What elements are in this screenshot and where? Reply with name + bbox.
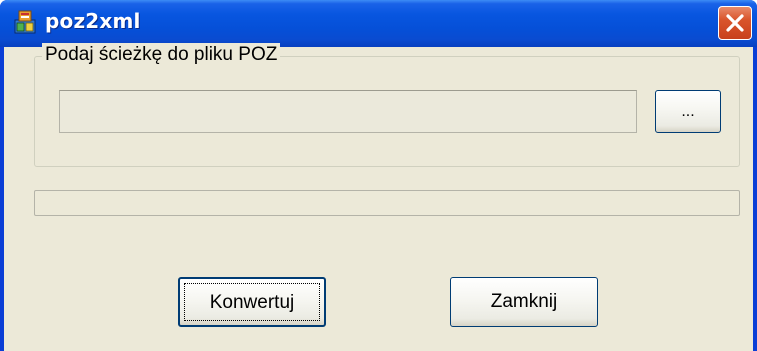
file-path-input[interactable]	[59, 90, 637, 133]
app-window: poz2xml Podaj ścieżkę do pliku POZ ... K…	[0, 0, 757, 351]
convert-button[interactable]: Konwertuj	[178, 277, 326, 327]
browse-button[interactable]: ...	[655, 90, 721, 133]
title-bar[interactable]: poz2xml	[0, 0, 757, 47]
window-title: poz2xml	[45, 9, 141, 33]
poz2xml-app-icon	[13, 10, 37, 34]
conversion-progress-bar	[34, 190, 740, 216]
window-close-button[interactable]	[718, 6, 752, 40]
convert-button-label: Konwertuj	[184, 283, 320, 321]
groupbox-label: Podaj ścieżkę do pliku POZ	[42, 43, 281, 67]
close-button[interactable]: Zamknij	[450, 277, 598, 327]
